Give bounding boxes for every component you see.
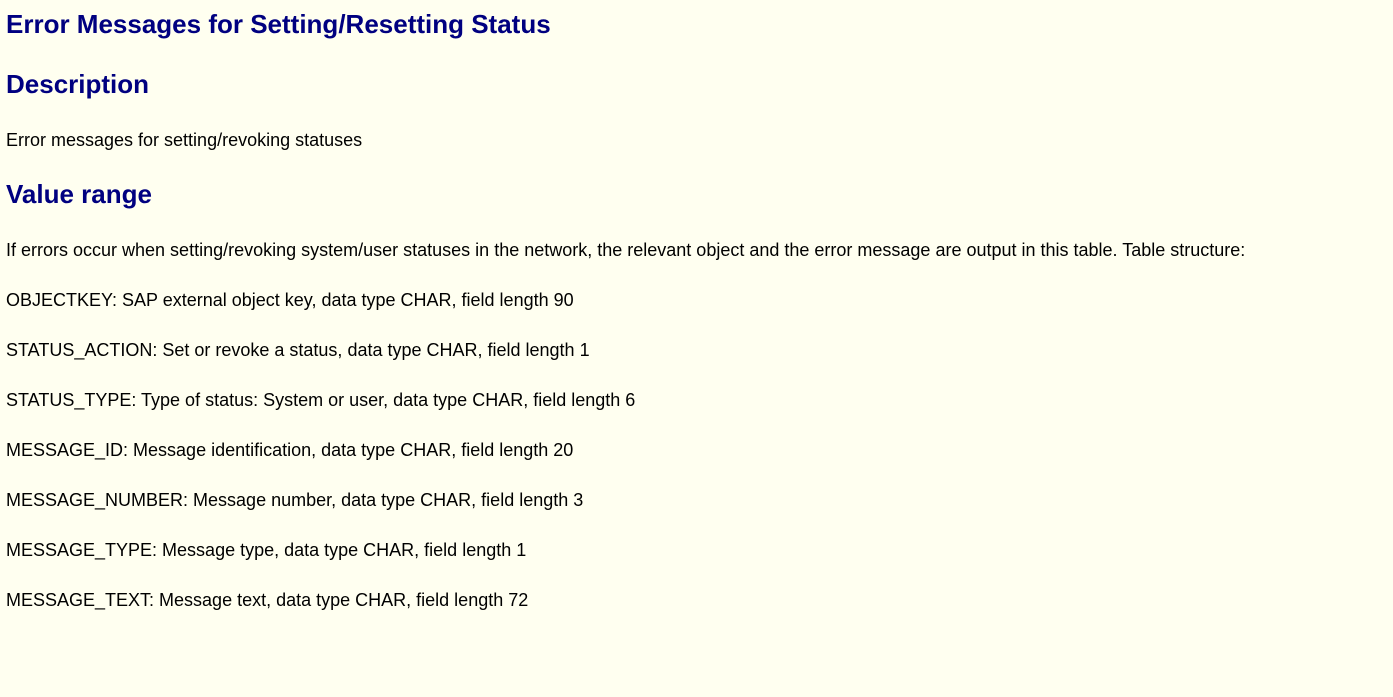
field-status-type: STATUS_TYPE: Type of status: System or u… — [6, 390, 636, 410]
value-range-intro: If errors occur when setting/revoking sy… — [6, 240, 1246, 260]
field-message-text: MESSAGE_TEXT: Message text, data type CH… — [6, 590, 529, 610]
description-text: Error messages for setting/revoking stat… — [6, 130, 363, 150]
field-message-number: MESSAGE_NUMBER: Message number, data typ… — [6, 490, 584, 510]
field-message-id: MESSAGE_ID: Message identification, data… — [6, 440, 574, 460]
page-title: Error Messages for Setting/Resetting Sta… — [6, 9, 551, 39]
description-heading: Description — [6, 69, 150, 99]
help-document: Error Messages for Setting/Resetting Sta… — [0, 0, 1393, 697]
field-objectkey: OBJECTKEY: SAP external object key, data… — [6, 290, 574, 310]
field-message-type: MESSAGE_TYPE: Message type, data type CH… — [6, 540, 527, 560]
value-range-heading: Value range — [6, 179, 152, 209]
field-status-action: STATUS_ACTION: Set or revoke a status, d… — [6, 340, 590, 360]
